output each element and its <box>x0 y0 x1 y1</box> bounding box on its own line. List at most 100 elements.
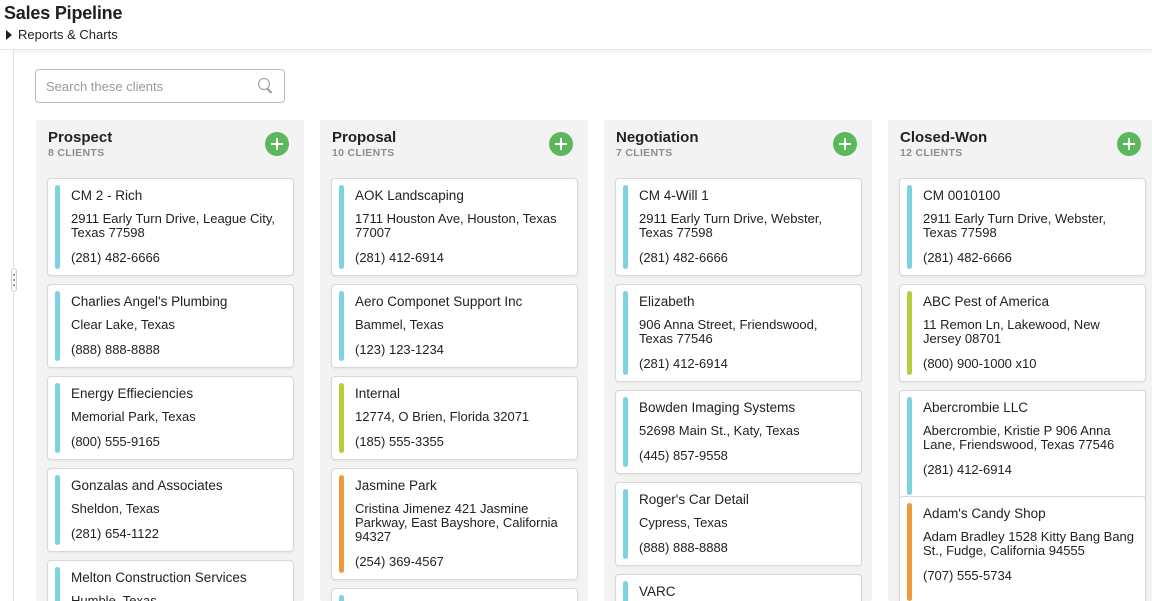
add-client-button[interactable] <box>833 132 857 156</box>
status-color-bar <box>907 291 912 375</box>
column-title: Negotiation <box>616 129 699 146</box>
client-name: Jasmine Park <box>355 478 437 493</box>
client-card[interactable]: VARC <box>615 574 862 601</box>
client-card[interactable] <box>331 588 578 601</box>
status-color-bar <box>339 383 344 453</box>
client-card[interactable]: Internal 12774, O Brien, Florida 32071 (18… <box>331 376 578 460</box>
client-card[interactable]: Adam's Candy Shop Adam Bradley 1528 Kitty… <box>899 496 1146 601</box>
status-color-bar <box>623 291 628 375</box>
status-color-bar <box>623 397 628 467</box>
sidebar-resize-handle[interactable] <box>11 268 17 292</box>
left-sidebar-rail <box>0 50 14 601</box>
client-name: Elizabeth <box>639 294 695 309</box>
client-card[interactable]: Elizabeth 906 Anna Street, Friendswood, T… <box>615 284 862 382</box>
status-color-bar <box>55 475 60 545</box>
column-title: Proposal <box>332 129 397 146</box>
client-address: Bammel, Texas <box>355 317 444 332</box>
client-address: 2911 Early Turn Drive, League City, Texa… <box>71 211 276 240</box>
client-address: 2911 Early Turn Drive, Webster, Texas 77… <box>639 211 823 240</box>
status-color-bar <box>623 185 628 269</box>
add-client-button[interactable] <box>549 132 573 156</box>
client-phone: (281) 482-6666 <box>71 250 160 265</box>
client-name: CM 4-Will 1 <box>639 188 709 203</box>
client-address: Sheldon, Texas <box>71 501 160 516</box>
status-color-bar <box>907 185 912 269</box>
search-input[interactable] <box>46 78 258 94</box>
client-phone: (281) 412-6914 <box>923 462 1012 477</box>
client-name: VARC <box>639 584 676 599</box>
status-color-bar <box>55 291 60 361</box>
client-card[interactable]: Gonzalas and Associates Sheldon, Texas (28… <box>47 468 294 552</box>
client-card[interactable]: Melton Construction Services Humble, Texa… <box>47 560 294 601</box>
client-card[interactable]: Abercrombie LLC Abercrombie, Kristie P 90… <box>899 390 1146 502</box>
client-card[interactable]: Aero Componet Support Inc Bammel, Texas (1… <box>331 284 578 368</box>
client-card[interactable]: CM 4-Will 1 2911 Early Turn Drive, Webste… <box>615 178 862 276</box>
client-address: Humble, Texas <box>71 593 157 601</box>
top-header: Sales Pipeline Reports & Charts <box>0 0 1152 50</box>
client-card[interactable]: Bowden Imaging Systems 52698 Main St., Ka… <box>615 390 862 474</box>
status-color-bar <box>55 185 60 269</box>
client-name: CM 0010100 <box>923 188 1001 203</box>
client-card[interactable]: CM 0010100 2911 Early Turn Drive, Webster… <box>899 178 1146 276</box>
client-card[interactable]: Charlies Angel's Plumbing Clear Lake, Tex… <box>47 284 294 368</box>
client-name: Bowden Imaging Systems <box>639 400 796 415</box>
client-address: Cristina Jimenez 421 Jasmine Parkway, Ea… <box>355 501 558 544</box>
client-name: Adam's Candy Shop <box>923 506 1046 521</box>
client-address: 11 Remon Ln, Lakewood, New Jersey 08701 <box>923 317 1100 346</box>
client-name: Roger's Car Detail <box>639 492 749 507</box>
status-color-bar <box>55 383 60 453</box>
client-card[interactable]: Roger's Car Detail Cypress, Texas (888) 88… <box>615 482 862 566</box>
client-name: Melton Construction Services <box>71 570 247 585</box>
client-name: AOK Landscaping <box>355 188 464 203</box>
client-phone: (281) 482-6666 <box>639 250 728 265</box>
status-color-bar <box>623 581 628 601</box>
client-card[interactable]: ABC Pest of America 11 Remon Ln, Lakewood… <box>899 284 1146 382</box>
client-card[interactable]: CM 2 - Rich 2911 Early Turn Drive, League… <box>47 178 294 276</box>
client-name: Charlies Angel's Plumbing <box>71 294 228 309</box>
client-name: Abercrombie LLC <box>923 400 1029 415</box>
page-title: Sales Pipeline <box>4 3 123 23</box>
column-client-count: 8 CLIENTS <box>48 147 105 159</box>
client-phone: (281) 412-6914 <box>639 356 728 371</box>
search-icon[interactable] <box>258 78 274 94</box>
add-client-button[interactable] <box>265 132 289 156</box>
column-client-count: 10 CLIENTS <box>332 147 395 159</box>
client-phone: (254) 369-4567 <box>355 554 444 569</box>
status-color-bar <box>907 397 912 495</box>
add-client-button[interactable] <box>1117 132 1141 156</box>
client-phone: (123) 123-1234 <box>355 342 444 357</box>
client-card[interactable]: AOK Landscaping 1711 Houston Ave, Houston… <box>331 178 578 276</box>
status-color-bar <box>339 475 344 573</box>
column-client-count: 12 CLIENTS <box>900 147 963 159</box>
client-phone: (800) 900-1000 x10 <box>923 356 1037 371</box>
status-color-bar <box>339 595 344 601</box>
client-card[interactable]: Jasmine Park Cristina Jimenez 421 Jasmine… <box>331 468 578 580</box>
client-address: 2911 Early Turn Drive, Webster, Texas 77… <box>923 211 1107 240</box>
column-client-count: 7 CLIENTS <box>616 147 673 159</box>
client-phone: (888) 888-8888 <box>639 540 728 555</box>
status-color-bar <box>339 291 344 361</box>
reports-charts-label: Reports & Charts <box>18 27 118 42</box>
client-address: Abercrombie, Kristie P 906 Anna Lane, Fr… <box>923 423 1115 452</box>
status-color-bar <box>55 567 60 601</box>
status-color-bar <box>623 489 628 559</box>
client-phone: (800) 555-9165 <box>71 434 160 449</box>
client-phone: (888) 888-8888 <box>71 342 160 357</box>
client-card[interactable]: Energy Effieciencies Memorial Park, Texas… <box>47 376 294 460</box>
client-address: Adam Bradley 1528 Kitty Bang Bang St., F… <box>923 529 1135 558</box>
reports-charts-toggle[interactable]: Reports & Charts <box>6 27 118 42</box>
client-address: Memorial Park, Texas <box>71 409 196 424</box>
client-name: Energy Effieciencies <box>71 386 194 401</box>
client-address: 12774, O Brien, Florida 32071 <box>355 409 530 424</box>
client-phone: (281) 412-6914 <box>355 250 444 265</box>
client-name: Gonzalas and Associates <box>71 478 223 493</box>
client-name: Internal <box>355 386 401 401</box>
status-color-bar <box>339 185 344 269</box>
client-name: CM 2 - Rich <box>71 188 143 203</box>
client-address: Cypress, Texas <box>639 515 728 530</box>
caret-right-icon <box>6 29 12 40</box>
client-phone: (185) 555-3355 <box>355 434 444 449</box>
client-phone: (445) 857-9558 <box>639 448 728 463</box>
client-address: 52698 Main St., Katy, Texas <box>639 423 800 438</box>
status-color-bar <box>907 503 912 601</box>
